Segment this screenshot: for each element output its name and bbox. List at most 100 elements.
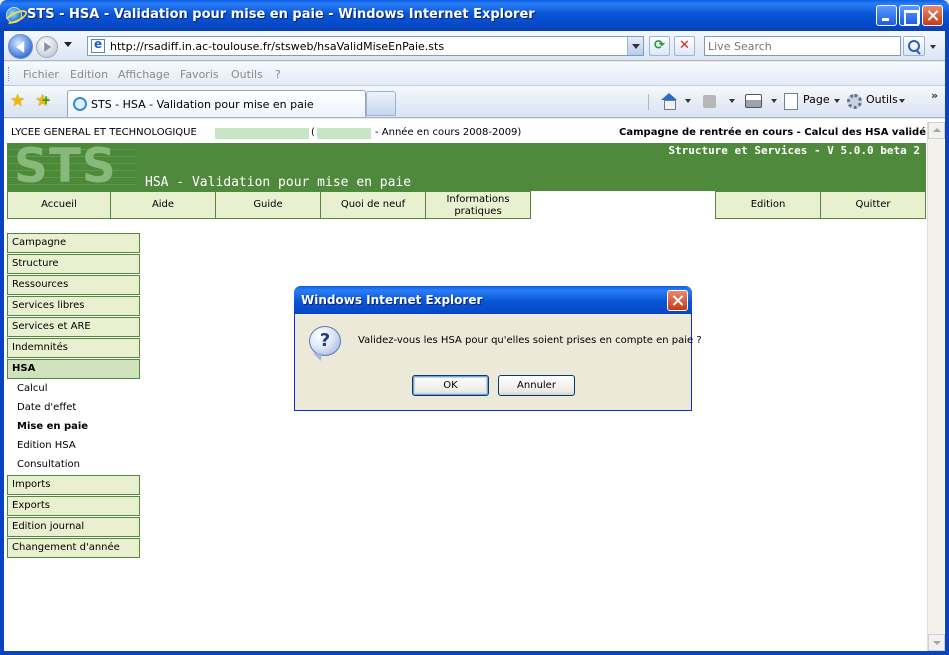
search-icon[interactable] xyxy=(903,36,925,56)
campaign-status: Campagne de rentrée en cours - Calcul de… xyxy=(619,127,926,138)
hsa-link-edition[interactable]: Edition HSA xyxy=(17,440,76,451)
status-line: LYCEE GENERAL ET TECHNOLOGIQUE ( - Année… xyxy=(11,127,926,141)
menu-edition[interactable]: Edition xyxy=(70,68,108,81)
nav-label: Edition xyxy=(750,199,786,210)
nav-label: Quoi de neuf xyxy=(340,199,406,210)
menu-outils[interactable]: Outils xyxy=(231,68,263,81)
sts-logo: STS xyxy=(14,139,117,194)
nav-label-line2: pratiques xyxy=(454,206,502,217)
vertical-scrollbar[interactable] xyxy=(927,122,945,651)
redacted-field xyxy=(215,128,309,139)
page-icon[interactable] xyxy=(784,93,798,110)
menu-help[interactable]: ? xyxy=(275,68,281,81)
page-menu-button[interactable]: Page xyxy=(803,93,830,106)
window-title: STS - HSA - Validation pour mise en paie… xyxy=(27,7,535,22)
cancel-button[interactable]: Annuler xyxy=(498,375,575,396)
redacted-field xyxy=(317,128,371,139)
window-titlebar[interactable]: STS - HSA - Validation pour mise en paie… xyxy=(0,0,949,31)
sidebar-item-imports[interactable]: Imports xyxy=(7,475,140,495)
sidebar-item-exports[interactable]: Exports xyxy=(7,496,140,516)
maximize-button[interactable] xyxy=(899,5,920,26)
address-field[interactable]: http://rsadiff.in.ac-toulouse.fr/stsweb/… xyxy=(87,36,644,56)
dialog-close-button[interactable] xyxy=(667,290,688,311)
forward-button[interactable] xyxy=(36,36,58,58)
nav-quitter[interactable]: Quitter xyxy=(820,191,926,219)
confirm-dialog: Windows Internet Explorer ? Validez-vous… xyxy=(294,286,702,411)
nav-accueil[interactable]: Accueil xyxy=(7,191,111,219)
navigation-bar: http://rsadiff.in.ac-toulouse.fr/stsweb/… xyxy=(0,31,949,61)
search-options-dropdown-icon[interactable] xyxy=(928,36,940,56)
sidebar-item-services-libres[interactable]: Services libres xyxy=(7,296,140,316)
search-box[interactable] xyxy=(704,36,901,56)
toolbar-separator xyxy=(648,94,649,110)
nav-label: Accueil xyxy=(41,199,77,210)
nav-informations-pratiques[interactable]: Informations pratiques xyxy=(425,191,531,219)
nav-label: Guide xyxy=(253,199,283,210)
search-input[interactable] xyxy=(705,37,895,55)
minimize-button[interactable] xyxy=(876,5,897,26)
nav-edition[interactable]: Edition xyxy=(715,191,821,219)
nav-aide[interactable]: Aide xyxy=(110,191,216,219)
window-frame-bottom xyxy=(0,651,949,655)
scroll-up-arrow-icon[interactable] xyxy=(928,122,945,139)
tab-bar: ★ ★ STS - HSA - Validation pour mise en … xyxy=(0,86,949,118)
tools-menu-button[interactable]: Outils xyxy=(866,93,898,106)
gear-icon[interactable] xyxy=(847,94,862,109)
history-dropdown-icon[interactable] xyxy=(64,42,72,47)
print-icon[interactable] xyxy=(745,94,762,108)
sidebar-item-changement-annee[interactable]: Changement d'année xyxy=(7,538,140,558)
hsa-link-calcul[interactable]: Calcul xyxy=(17,383,48,394)
address-dropdown-button[interactable] xyxy=(627,37,643,55)
stop-button[interactable]: ✕ xyxy=(674,36,695,56)
dialog-titlebar[interactable]: Windows Internet Explorer xyxy=(294,286,692,314)
hsa-link-date-effet[interactable]: Date d'effet xyxy=(17,402,76,413)
back-button[interactable] xyxy=(8,34,33,59)
sidebar-item-hsa[interactable]: HSA xyxy=(7,359,140,379)
sidebar-item-services-are[interactable]: Services et ARE xyxy=(7,317,140,337)
nav-quoi-de-neuf[interactable]: Quoi de neuf xyxy=(320,191,426,219)
paren-open: ( xyxy=(311,127,315,138)
scroll-down-arrow-icon[interactable] xyxy=(928,634,945,651)
hsa-link-mise-en-paie[interactable]: Mise en paie xyxy=(17,421,88,432)
ok-button[interactable]: OK xyxy=(412,375,489,396)
home-dropdown-icon[interactable] xyxy=(685,99,691,103)
sidebar-item-indemnites[interactable]: Indemnités xyxy=(7,338,140,358)
school-year: - Année en cours 2008-2009) xyxy=(375,127,522,138)
toolbar-grip xyxy=(8,67,10,81)
close-window-button[interactable] xyxy=(922,5,943,26)
establishment-name: LYCEE GENERAL ET TECHNOLOGIQUE xyxy=(11,127,197,138)
sidebar-item-structure[interactable]: Structure xyxy=(7,254,140,274)
app-banner: STS Structure et Services - V 5.0.0 beta… xyxy=(7,139,926,194)
refresh-button[interactable]: ⟳ xyxy=(649,36,670,56)
page-icon xyxy=(91,37,105,53)
add-favorite-icon[interactable]: ★ xyxy=(35,91,51,110)
loading-icon xyxy=(73,97,87,111)
menu-fichier[interactable]: Fichier xyxy=(23,68,59,81)
tab-sts-hsa[interactable]: STS - HSA - Validation pour mise en paie xyxy=(67,90,366,117)
more-commands-button[interactable]: » xyxy=(931,89,938,102)
sidebar-item-campagne[interactable]: Campagne xyxy=(7,233,140,253)
hsa-link-consultation[interactable]: Consultation xyxy=(17,459,80,470)
menu-bar: Fichier Edition Affichage Favoris Outils… xyxy=(0,62,949,86)
window-frame-right xyxy=(945,31,949,655)
tools-dropdown-icon[interactable] xyxy=(899,99,905,103)
home-icon[interactable] xyxy=(660,93,678,110)
favorites-star-icon[interactable]: ★ xyxy=(10,92,25,110)
menu-favoris[interactable]: Favoris xyxy=(180,68,219,81)
feed-icon[interactable] xyxy=(703,95,716,108)
tab-label: STS - HSA - Validation pour mise en paie xyxy=(91,98,314,111)
nav-label: Quitter xyxy=(855,199,891,210)
feed-dropdown-icon[interactable] xyxy=(729,99,735,103)
sidebar-item-edition-journal[interactable]: Edition journal xyxy=(7,517,140,537)
window-frame-left xyxy=(0,31,4,655)
new-tab-button[interactable] xyxy=(366,91,396,116)
sidebar-item-ressources[interactable]: Ressources xyxy=(7,275,140,295)
nav-label-line1: Informations xyxy=(446,194,510,205)
print-dropdown-icon[interactable] xyxy=(771,99,777,103)
nav-guide[interactable]: Guide xyxy=(215,191,321,219)
app-version: Structure et Services - V 5.0.0 beta 2 xyxy=(668,144,920,157)
question-icon: ? xyxy=(309,326,341,361)
menu-affichage[interactable]: Affichage xyxy=(118,68,170,81)
logo-area: STS xyxy=(7,139,137,194)
page-dropdown-icon[interactable] xyxy=(834,99,840,103)
